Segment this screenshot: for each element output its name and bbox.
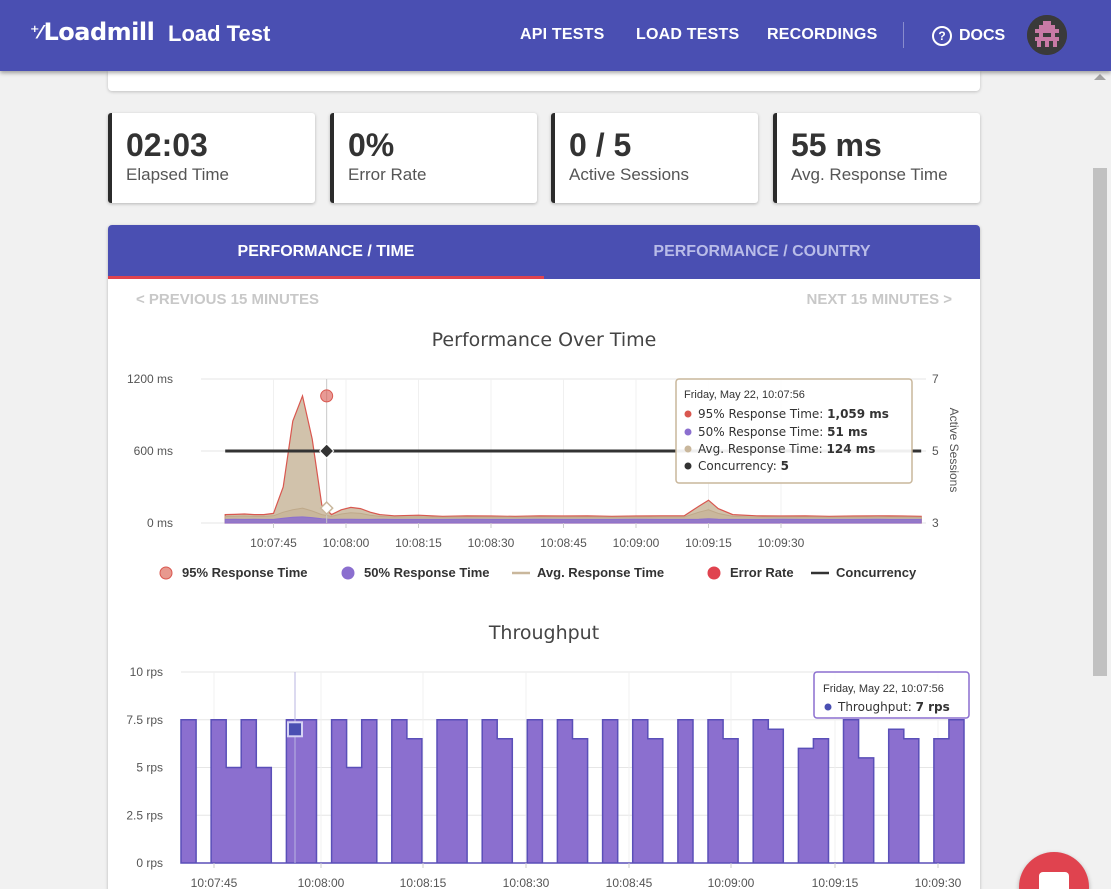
nav-docs[interactable]: ? DOCS — [932, 26, 1005, 46]
x-tick-label: 10:08:30 — [468, 536, 515, 550]
nav-load-tests[interactable]: LOAD TESTS — [636, 26, 739, 44]
help-circle-icon: ? — [932, 26, 952, 46]
scrollbar-thumb[interactable] — [1093, 168, 1107, 676]
stat-label: Avg. Response Time — [791, 165, 948, 184]
stat-error-rate: 0% Error Rate — [330, 113, 537, 203]
p95-hover-point — [320, 389, 334, 403]
tooltip-time: Friday, May 22, 10:07:56 — [684, 389, 805, 401]
y2-axis-label: Active Sessions — [947, 408, 961, 493]
page-title: Load Test — [168, 21, 271, 46]
legend-label: 95% Response Time — [182, 565, 307, 580]
chart-title: Throughput — [488, 622, 599, 644]
nav-api-tests[interactable]: API TESTS — [520, 26, 604, 44]
performance-panel: PERFORMANCE / TIME PERFORMANCE / COUNTRY… — [108, 225, 980, 889]
y-tick-label: 0 rps — [136, 856, 163, 870]
stat-label: Elapsed Time — [126, 165, 229, 184]
x-tick-label: 10:07:45 — [250, 536, 297, 550]
nav-divider — [903, 22, 904, 48]
x-tick-label: 10:08:00 — [323, 536, 370, 550]
tab-performance-time[interactable]: PERFORMANCE / TIME — [108, 225, 544, 279]
y2-tick-label: 3 — [932, 516, 939, 530]
x-tick-label: 10:07:45 — [191, 876, 238, 889]
y-tick-label: 2.5 rps — [126, 808, 163, 822]
legend-label: Avg. Response Time — [537, 565, 664, 580]
docs-label: DOCS — [959, 27, 1006, 44]
y-tick-label: 1200 ms — [127, 372, 173, 386]
x-tick-label: 10:09:15 — [685, 536, 732, 550]
y-tick-label: 10 rps — [130, 665, 163, 679]
tooltip-row-throughput: Throughput: 7 rps — [837, 700, 950, 714]
stat-label: Active Sessions — [569, 165, 689, 184]
tooltip-row-p95: 95% Response Time: 1,059 ms — [698, 407, 889, 421]
legend-label: Concurrency — [836, 565, 917, 580]
stat-value: 0% — [348, 127, 395, 163]
legend-label: Error Rate — [730, 565, 794, 580]
top-navbar: ⁺⁄ Loadmill Load Test API TESTS LOAD TEST… — [0, 0, 1111, 71]
chart-title: Performance Over Time — [432, 329, 657, 351]
stat-active-sessions: 0 / 5 Active Sessions — [551, 113, 758, 203]
x-tick-label: 10:08:30 — [503, 876, 550, 889]
x-tick-label: 10:09:30 — [758, 536, 805, 550]
x-tick-label: 10:09:00 — [613, 536, 660, 550]
legend-marker — [341, 566, 355, 580]
stop-icon — [1039, 872, 1069, 889]
throughput-hover-point — [287, 721, 303, 738]
tooltip-row-avg: Avg. Response Time: 124 ms — [698, 442, 875, 456]
x-tick-label: 10:09:15 — [812, 876, 859, 889]
previous-15-minutes-button[interactable]: < PREVIOUS 15 MINUTES — [136, 291, 319, 308]
series-throughput-area — [180, 719, 965, 864]
x-tick-label: 10:08:15 — [400, 876, 447, 889]
stat-value: 0 / 5 — [569, 127, 632, 163]
throughput-chart: Throughput 10 rps 7.5 rps 5 rps 2.5 rps 0 rp… — [126, 622, 970, 889]
legend-marker — [707, 566, 721, 580]
y-tick-label: 0 ms — [147, 516, 173, 530]
concurrency-hover-point — [318, 443, 335, 459]
throughput-tooltip: Friday, May 22, 10:07:56 Throughput: 7 r… — [813, 671, 970, 719]
nav-recordings[interactable]: RECORDINGS — [767, 26, 877, 44]
stat-avg-response-time: 55 ms Avg. Response Time — [773, 113, 980, 203]
x-tick-label: 10:08:45 — [540, 536, 587, 550]
x-tick-label: 10:09:30 — [915, 876, 962, 889]
y-tick-label: 5 rps — [136, 761, 163, 775]
stat-value: 55 ms — [791, 127, 882, 163]
y-tick-label: 7.5 rps — [126, 713, 163, 727]
loadmill-logo[interactable]: ⁺⁄ Loadmill — [30, 18, 155, 46]
stat-value: 02:03 — [126, 127, 208, 163]
x-tick-label: 10:09:00 — [708, 876, 755, 889]
x-tick-label: 10:08:15 — [395, 536, 442, 550]
tooltip-time: Friday, May 22, 10:07:56 — [823, 683, 944, 695]
tooltip-row-p50: 50% Response Time: 51 ms — [698, 425, 868, 439]
legend-marker — [159, 566, 173, 580]
y2-tick-label: 5 — [932, 444, 939, 458]
tab-performance-country[interactable]: PERFORMANCE / COUNTRY — [544, 225, 980, 279]
tooltip-row-concurrency: Concurrency: 5 — [698, 459, 789, 473]
next-15-minutes-button[interactable]: NEXT 15 MINUTES > — [807, 291, 952, 308]
stat-label: Error Rate — [348, 165, 427, 184]
logo-mark-icon: ⁺⁄ — [30, 21, 42, 43]
y-tick-label: 600 ms — [134, 444, 173, 458]
performance-tabs: PERFORMANCE / TIME PERFORMANCE / COUNTRY — [108, 225, 980, 279]
scroll-up-arrow-icon[interactable] — [1094, 74, 1106, 80]
y2-tick-label: 7 — [932, 372, 939, 386]
avatar-pixel-icon — [1027, 15, 1067, 55]
stop-test-button[interactable] — [1019, 852, 1089, 889]
x-tick-label: 10:08:00 — [298, 876, 345, 889]
user-avatar[interactable] — [1027, 15, 1067, 55]
test-info-card — [108, 71, 980, 91]
logo-text: Loadmill — [43, 18, 155, 46]
stat-elapsed-time: 02:03 Elapsed Time — [108, 113, 315, 203]
legend-label: 50% Response Time — [364, 565, 489, 580]
performance-tooltip: Friday, May 22, 10:07:56 95% Response Ti… — [675, 378, 913, 484]
x-tick-label: 10:08:45 — [606, 876, 653, 889]
